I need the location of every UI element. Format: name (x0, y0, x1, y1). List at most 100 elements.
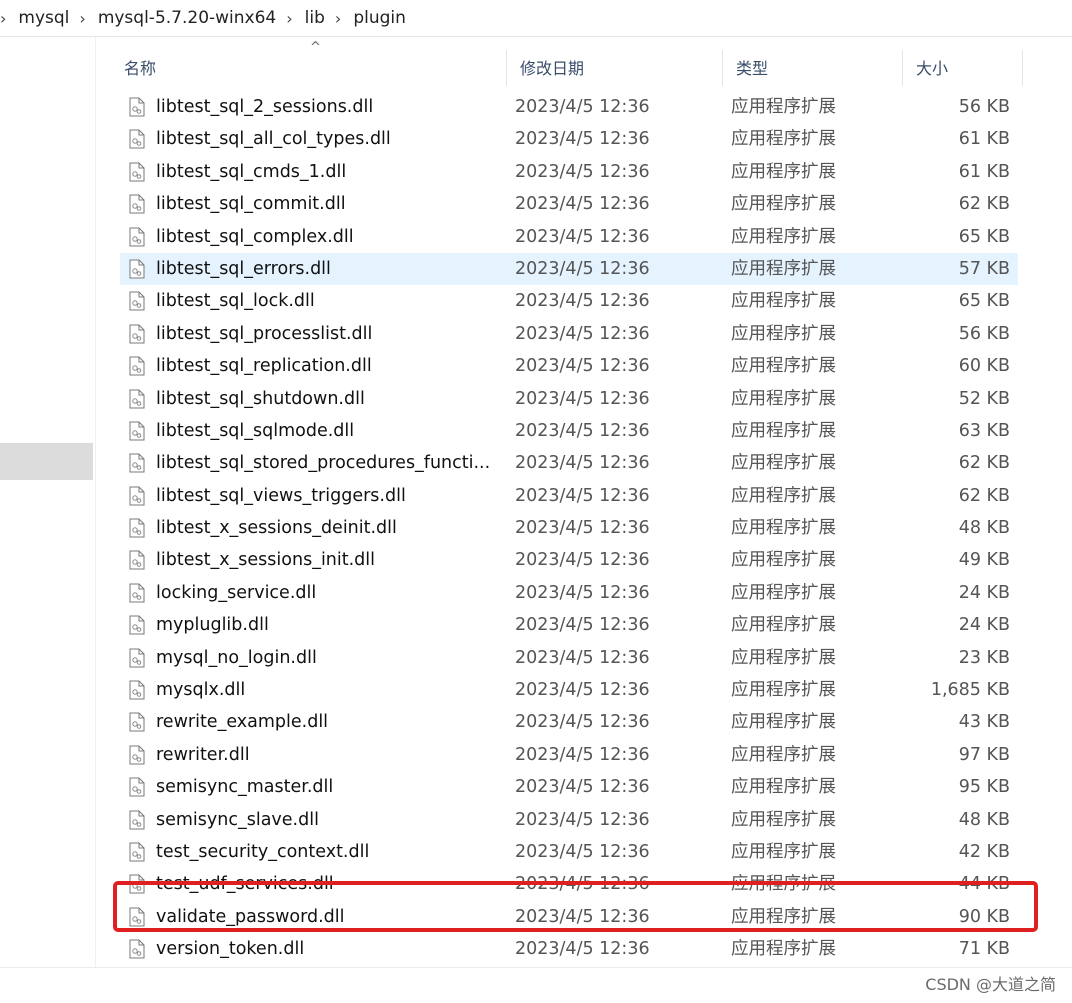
file-date: 2023/4/5 12:36 (515, 550, 650, 571)
column-header-date[interactable]: 修改日期 (506, 46, 722, 88)
file-row[interactable]: mysql_no_login.dll 2023/4/5 12:36 应用程序扩展 23… (120, 642, 1018, 674)
file-name[interactable]: libtest_sql_all_col_types.dll (156, 123, 496, 155)
file-row[interactable]: version_token.dll 2023/4/5 12:36 应用程序扩展 71 … (120, 933, 1018, 965)
breadcrumb-item-lib[interactable]: lib (305, 8, 325, 28)
file-row[interactable]: mypluglib.dll 2023/4/5 12:36 应用程序扩展 24 KB (120, 609, 1018, 641)
file-type: 应用程序扩展 (731, 680, 836, 701)
chevron-right-icon[interactable]: › (286, 9, 292, 28)
file-name[interactable]: libtest_sql_2_sessions.dll (156, 91, 496, 123)
file-row[interactable]: libtest_sql_2_sessions.dll 2023/4/5 12:36… (120, 91, 1018, 123)
file-row[interactable]: libtest_sql_processlist.dll 2023/4/5 12:3… (120, 318, 1018, 350)
file-name[interactable]: mysql_no_login.dll (156, 642, 496, 674)
file-row[interactable]: test_security_context.dll 2023/4/5 12:36 应… (120, 836, 1018, 868)
file-name[interactable]: libtest_sql_processlist.dll (156, 318, 496, 350)
column-header-type[interactable]: 类型 (722, 46, 902, 88)
file-name[interactable]: libtest_x_sessions_deinit.dll (156, 512, 496, 544)
file-name[interactable]: libtest_sql_shutdown.dll (156, 383, 496, 415)
file-name[interactable]: semisync_slave.dll (156, 804, 496, 836)
navigation-pane[interactable] (0, 37, 96, 1003)
breadcrumb-item-mysql[interactable]: mysql (18, 8, 69, 28)
file-name[interactable]: libtest_sql_errors.dll (156, 253, 496, 285)
file-date: 2023/4/5 12:36 (515, 906, 650, 927)
file-date: 2023/4/5 12:36 (515, 388, 650, 409)
file-name[interactable]: rewriter.dll (156, 739, 496, 771)
file-row[interactable]: libtest_sql_sqlmode.dll 2023/4/5 12:36 应用程… (120, 415, 1018, 447)
file-row[interactable]: validate_password.dll 2023/4/5 12:36 应用程序扩… (120, 901, 1018, 933)
file-row[interactable]: libtest_sql_stored_procedures_functi... 2… (120, 447, 1018, 479)
file-name[interactable]: semisync_master.dll (156, 771, 496, 803)
file-name[interactable]: libtest_sql_commit.dll (156, 188, 496, 220)
file-date: 2023/4/5 12:36 (515, 194, 650, 215)
file-name[interactable]: mypluglib.dll (156, 609, 496, 641)
file-name[interactable]: test_udf_services.dll (156, 868, 496, 900)
file-name[interactable]: rewrite_example.dll (156, 706, 496, 738)
file-row[interactable]: mysqlx.dll 2023/4/5 12:36 应用程序扩展 1,685 KB (120, 674, 1018, 706)
file-row[interactable]: libtest_sql_all_col_types.dll 2023/4/5 12… (120, 123, 1018, 155)
file-date: 2023/4/5 12:36 (515, 97, 650, 117)
chevron-right-icon[interactable]: › (79, 9, 85, 28)
file-row[interactable]: semisync_slave.dll 2023/4/5 12:36 应用程序扩展 48… (120, 804, 1018, 836)
file-name[interactable]: libtest_sql_replication.dll (156, 350, 496, 382)
dll-file-icon (129, 486, 145, 506)
file-row[interactable]: libtest_x_sessions_deinit.dll 2023/4/5 12… (120, 512, 1018, 544)
file-size: 63 KB (958, 420, 1010, 441)
file-row[interactable]: libtest_sql_replication.dll 2023/4/5 12:3… (120, 350, 1018, 382)
file-row[interactable]: rewriter.dll 2023/4/5 12:36 应用程序扩展 97 KB (120, 739, 1018, 771)
file-size: 62 KB (958, 453, 1010, 474)
dll-file-icon (129, 777, 145, 797)
pane-divider[interactable] (95, 37, 96, 967)
file-name[interactable]: libtest_sql_cmds_1.dll (156, 156, 496, 188)
file-row[interactable]: test_udf_services.dll 2023/4/5 12:36 应用程序扩… (120, 868, 1018, 900)
breadcrumb-item-plugin[interactable]: plugin (353, 8, 406, 28)
file-row[interactable]: libtest_x_sessions_init.dll 2023/4/5 12:3… (120, 544, 1018, 576)
file-type: 应用程序扩展 (731, 291, 836, 312)
file-name[interactable]: mysqlx.dll (156, 674, 496, 706)
dll-file-icon (129, 518, 145, 538)
file-name[interactable]: libtest_sql_views_triggers.dll (156, 480, 496, 512)
file-type: 应用程序扩展 (731, 453, 836, 474)
dll-file-icon (129, 648, 145, 668)
dll-file-icon (129, 939, 145, 959)
column-separator[interactable] (1022, 50, 1023, 86)
file-name[interactable]: libtest_x_sessions_init.dll (156, 544, 496, 576)
file-row[interactable]: semisync_master.dll 2023/4/5 12:36 应用程序扩展 9… (120, 771, 1018, 803)
file-name[interactable]: locking_service.dll (156, 577, 496, 609)
file-type: 应用程序扩展 (731, 161, 836, 182)
file-type: 应用程序扩展 (731, 874, 836, 895)
file-type: 应用程序扩展 (731, 97, 836, 117)
dll-file-icon (129, 356, 145, 376)
file-name[interactable]: libtest_sql_lock.dll (156, 285, 496, 317)
file-row[interactable]: locking_service.dll 2023/4/5 12:36 应用程序扩展 2… (120, 577, 1018, 609)
dll-file-icon (129, 129, 145, 149)
dll-file-icon (129, 389, 145, 409)
navigation-pane-selected-item[interactable] (0, 443, 93, 480)
file-row[interactable]: libtest_sql_commit.dll 2023/4/5 12:36 应用程序… (120, 188, 1018, 220)
chevron-right-icon[interactable]: › (0, 9, 6, 28)
file-name[interactable]: libtest_sql_stored_procedures_functi... (156, 447, 496, 479)
file-row[interactable]: libtest_sql_complex.dll 2023/4/5 12:36 应用程… (120, 221, 1018, 253)
breadcrumb-item-mysql-winx64[interactable]: mysql-5.7.20-winx64 (98, 8, 276, 28)
file-name[interactable]: validate_password.dll (156, 901, 496, 933)
file-row[interactable]: libtest_sql_lock.dll 2023/4/5 12:36 应用程序扩展… (120, 285, 1018, 317)
file-size: 95 KB (958, 777, 1010, 798)
column-header-size[interactable]: 大小 (902, 46, 1022, 88)
file-name[interactable]: libtest_sql_sqlmode.dll (156, 415, 496, 447)
dll-file-icon (129, 615, 145, 635)
file-size: 24 KB (958, 615, 1010, 636)
file-row[interactable]: libtest_sql_shutdown.dll 2023/4/5 12:36 应用… (120, 383, 1018, 415)
file-type: 应用程序扩展 (731, 647, 836, 668)
bottom-divider (0, 967, 1072, 968)
file-row[interactable]: rewrite_example.dll 2023/4/5 12:36 应用程序扩展 4… (120, 706, 1018, 738)
chevron-right-icon[interactable]: › (335, 9, 341, 28)
file-row[interactable]: libtest_sql_cmds_1.dll 2023/4/5 12:36 应用程序… (120, 156, 1018, 188)
file-size: 61 KB (958, 161, 1010, 182)
file-row[interactable]: libtest_sql_errors.dll 2023/4/5 12:36 应用程序… (120, 252, 1018, 286)
dll-file-icon (129, 291, 145, 311)
file-size: 60 KB (958, 356, 1010, 377)
file-name[interactable]: version_token.dll (156, 933, 496, 965)
file-row[interactable]: libtest_sql_views_triggers.dll 2023/4/5 1… (120, 480, 1018, 512)
column-header-name[interactable]: 名称 (110, 46, 506, 88)
file-name[interactable]: test_security_context.dll (156, 836, 496, 868)
column-headers: ^ 名称 修改日期 类型 大小 (110, 40, 1024, 88)
file-name[interactable]: libtest_sql_complex.dll (156, 221, 496, 253)
